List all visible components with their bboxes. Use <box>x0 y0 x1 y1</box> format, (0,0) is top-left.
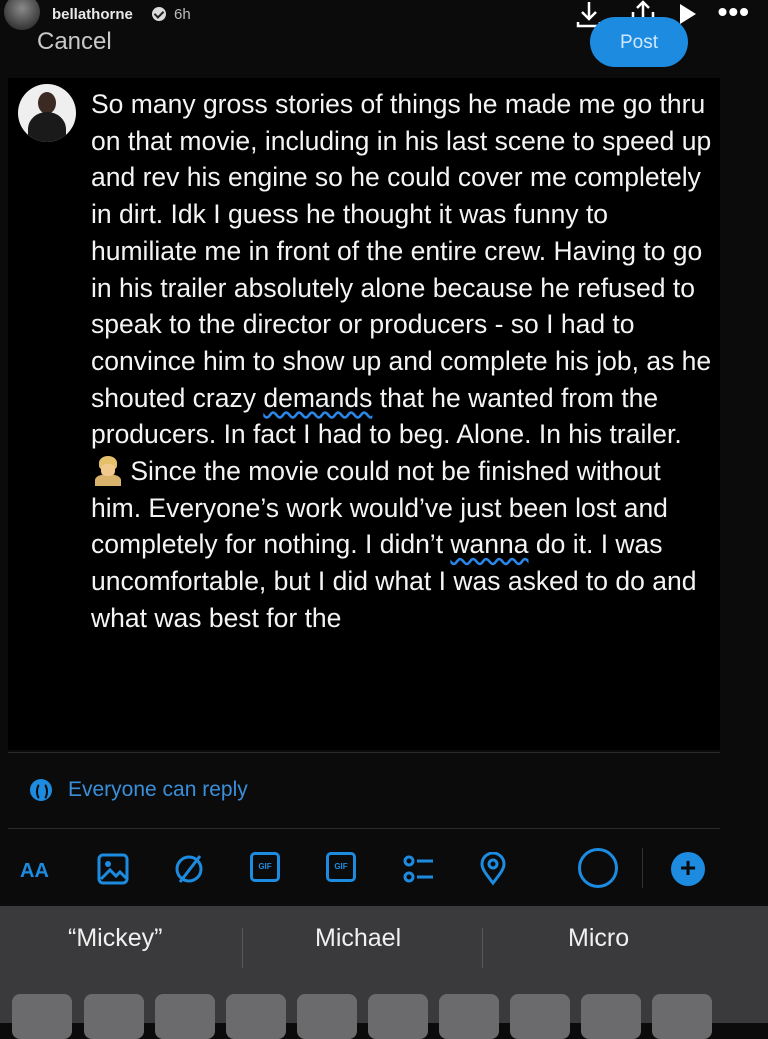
suggestion-separator <box>242 928 243 968</box>
reply-setting-label: Everyone can reply <box>68 778 248 801</box>
keyboard-key[interactable] <box>510 994 570 1039</box>
gif-icon[interactable]: GIF <box>250 852 280 882</box>
compose-toolbar: AA GIF GIF <box>0 830 768 906</box>
toolbar-divider <box>642 848 643 888</box>
more-options-icon[interactable]: ••• <box>718 0 750 26</box>
tweet-text-input[interactable]: So many gross stories of things he made … <box>91 86 713 637</box>
keyboard-key[interactable] <box>439 994 499 1039</box>
keyboard-key[interactable] <box>368 994 428 1039</box>
globe-icon <box>30 779 52 801</box>
add-thread-icon[interactable]: + <box>671 852 705 886</box>
keyboard-key[interactable] <box>155 994 215 1039</box>
post-button[interactable]: Post <box>590 17 688 67</box>
gif-circle-icon[interactable] <box>172 852 206 886</box>
keyboard-key[interactable] <box>84 994 144 1039</box>
story-username[interactable]: bellathorne <box>52 6 133 23</box>
story-time: 6h <box>174 6 191 23</box>
keyboard-key[interactable] <box>652 994 712 1039</box>
keyboard-key[interactable] <box>12 994 72 1039</box>
suggestion-separator <box>482 928 483 968</box>
story-avatar[interactable] <box>4 0 40 30</box>
keyboard: “Mickey” Michael Micro <box>0 906 768 1039</box>
keyboard-key[interactable] <box>581 994 641 1039</box>
verified-badge-icon <box>152 7 166 21</box>
keyboard-key[interactable] <box>226 994 286 1039</box>
author-avatar <box>18 84 76 142</box>
list-icon[interactable] <box>402 852 436 886</box>
woman-emoji-icon <box>91 456 123 487</box>
spellcheck-word[interactable]: demands <box>263 383 372 413</box>
reply-setting-button[interactable]: Everyone can reply <box>30 774 248 806</box>
cancel-button[interactable]: Cancel <box>37 28 112 56</box>
divider <box>8 752 720 753</box>
gif-icon[interactable]: GIF <box>326 852 356 882</box>
image-icon[interactable] <box>96 852 130 886</box>
divider <box>8 828 720 829</box>
character-progress-icon <box>578 848 618 888</box>
suggestion-2[interactable]: Michael <box>315 924 401 953</box>
gif-label: GIF <box>258 862 272 871</box>
suggestion-1[interactable]: “Mickey” <box>68 924 162 953</box>
spellcheck-word[interactable]: wanna <box>450 529 528 559</box>
tweet-text-part: So many gross stories of things he made … <box>91 89 712 413</box>
location-icon[interactable] <box>476 852 510 886</box>
gif-label: GIF <box>334 862 348 871</box>
tweet-compose-area[interactable]: So many gross stories of things he made … <box>8 78 720 750</box>
suggestion-3[interactable]: Micro <box>568 924 629 953</box>
text-size-icon[interactable]: AA <box>20 860 49 883</box>
keyboard-key[interactable] <box>297 994 357 1039</box>
